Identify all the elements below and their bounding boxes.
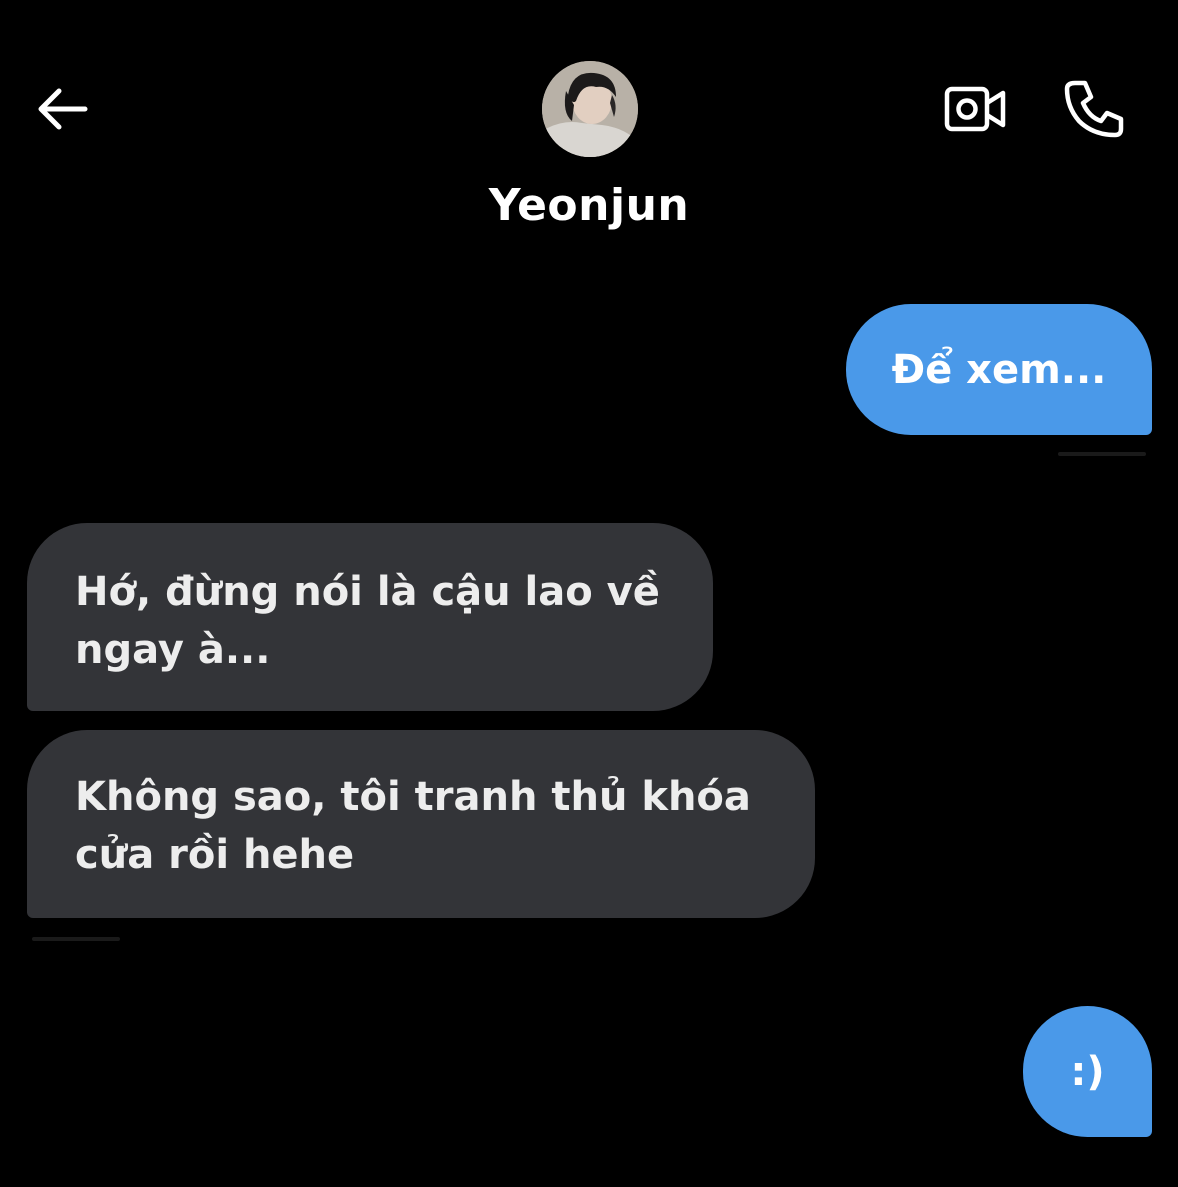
avatar-photo (542, 61, 638, 157)
message-timestamp (1058, 452, 1146, 456)
message-text: Hớ, đừng nói là cậu lao về ngay à... (75, 569, 660, 673)
incoming-message[interactable]: Hớ, đừng nói là cậu lao về ngay à... (27, 523, 713, 711)
avatar[interactable] (542, 61, 638, 157)
phone-icon (1064, 80, 1124, 138)
message-text: Để xem... (891, 346, 1107, 393)
back-button[interactable] (30, 78, 92, 140)
outgoing-message[interactable]: :) (1023, 1006, 1152, 1137)
message-text: Không sao, tôi tranh thủ khóa cửa rồi he… (75, 774, 751, 878)
arrow-left-icon (38, 88, 88, 130)
incoming-message[interactable]: Không sao, tôi tranh thủ khóa cửa rồi he… (27, 730, 815, 918)
message-timestamp (32, 937, 120, 941)
message-text: :) (1070, 1048, 1105, 1095)
contact-name[interactable]: Yeonjun (0, 180, 1178, 231)
voice-call-button[interactable] (1058, 74, 1130, 144)
outgoing-message[interactable]: Để xem... (846, 304, 1152, 435)
video-call-button[interactable] (940, 78, 1010, 140)
video-camera-icon (944, 86, 1006, 132)
